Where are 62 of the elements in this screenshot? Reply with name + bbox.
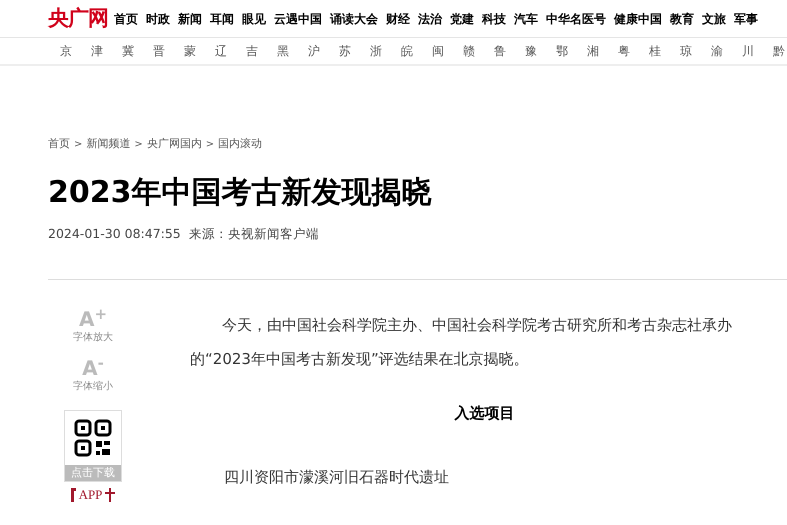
breadcrumb-link[interactable]: 首页 [48, 136, 70, 152]
nav-link[interactable]: 军事 [734, 10, 758, 28]
region-link[interactable]: 沪 [306, 42, 322, 60]
decrease-font-button[interactable]: A$^{-}$ 字体缩小 [73, 357, 113, 394]
nav-link[interactable]: 健康中国 [614, 10, 662, 28]
nav-link[interactable]: 教育 [670, 10, 694, 28]
breadcrumb-separator: > [74, 138, 82, 152]
nav-link[interactable]: 文旅 [702, 10, 726, 28]
region-link[interactable]: 渝 [709, 42, 725, 60]
region-link[interactable]: 黑 [275, 42, 291, 60]
article-paragraph: 今天，由中国社会科学院主办、中国社会科学院考古研究所和考古杂志社承办的“2023年中国考古新发现”评选结果在北京揭晓。 [190, 315, 733, 370]
nav-link[interactable]: 时政 [146, 10, 170, 28]
nav-link[interactable]: 首页 [114, 10, 138, 28]
nav-link[interactable]: 新闻 [178, 10, 202, 28]
region-link[interactable]: 蒙 [182, 42, 198, 60]
article-source: 来源：央视新闻客户端 [188, 224, 319, 242]
site-logo[interactable]: 央广网 [48, 2, 108, 34]
region-link[interactable]: 冀 [120, 42, 136, 60]
nav-link[interactable]: 汽车 [514, 10, 538, 28]
region-link[interactable]: 晋 [151, 42, 167, 60]
region-link[interactable]: 豫 [523, 42, 539, 60]
region-link[interactable]: 皖 [399, 42, 415, 60]
breadcrumb-separator: > [206, 138, 214, 152]
download-label: 点击下载 [65, 465, 121, 482]
nav-link[interactable]: 云遇中国 [274, 10, 322, 28]
publish-date: 2024-01-30 08:47:55 [48, 224, 181, 242]
nav-link[interactable]: 诵读大会 [330, 10, 378, 28]
nav-link[interactable]: 法治 [418, 10, 442, 28]
breadcrumb-link[interactable]: 央广网国内 [146, 136, 202, 152]
nav-link[interactable]: 党建 [450, 10, 474, 28]
region-link[interactable]: 苏 [337, 42, 353, 60]
region-link[interactable]: 浙 [368, 42, 384, 60]
region-link[interactable]: 赣 [461, 42, 477, 60]
breadcrumb-separator: > [134, 138, 143, 152]
plus-icon [105, 488, 116, 502]
section-heading: 入选项目 [453, 403, 516, 424]
project-item: 四川资阳市濛溪河旧石器时代遗址 [223, 467, 450, 488]
region-link[interactable]: 吉 [244, 42, 260, 60]
region-link[interactable]: 辽 [213, 42, 229, 60]
article-title: 2023年中国考古新发现揭晓 [48, 174, 432, 212]
nav-link[interactable]: 科技 [482, 10, 506, 28]
region-link[interactable]: 桂 [647, 42, 663, 60]
nav-link[interactable]: 耳闻 [210, 10, 234, 28]
region-link[interactable]: 黔 [771, 42, 787, 60]
breadcrumb-link[interactable]: 新闻频道 [86, 136, 130, 152]
region-link[interactable]: 湘 [585, 42, 601, 60]
nav-link[interactable]: 眼见 [242, 10, 266, 28]
region-link[interactable]: 粤 [616, 42, 632, 60]
region-link[interactable]: 鄂 [554, 42, 570, 60]
app-label[interactable]: APP [78, 488, 102, 502]
region-link[interactable]: 闽 [430, 42, 446, 60]
region-link[interactable]: 琼 [678, 42, 694, 60]
region-link[interactable]: 京 [58, 42, 74, 60]
increase-font-button[interactable]: A$^{+}$ 字体放大 [73, 308, 113, 346]
region-link[interactable]: 津 [89, 42, 105, 60]
region-link[interactable]: 鲁 [492, 42, 508, 60]
nav-link[interactable]: 财经 [386, 10, 410, 28]
corner-mark-icon [70, 488, 76, 502]
breadcrumb-link[interactable]: 国内滚动 [218, 136, 262, 152]
qr-code-icon [74, 419, 112, 458]
nav-link[interactable]: 中华名医号 [546, 10, 606, 28]
region-link[interactable]: 川 [740, 42, 756, 60]
